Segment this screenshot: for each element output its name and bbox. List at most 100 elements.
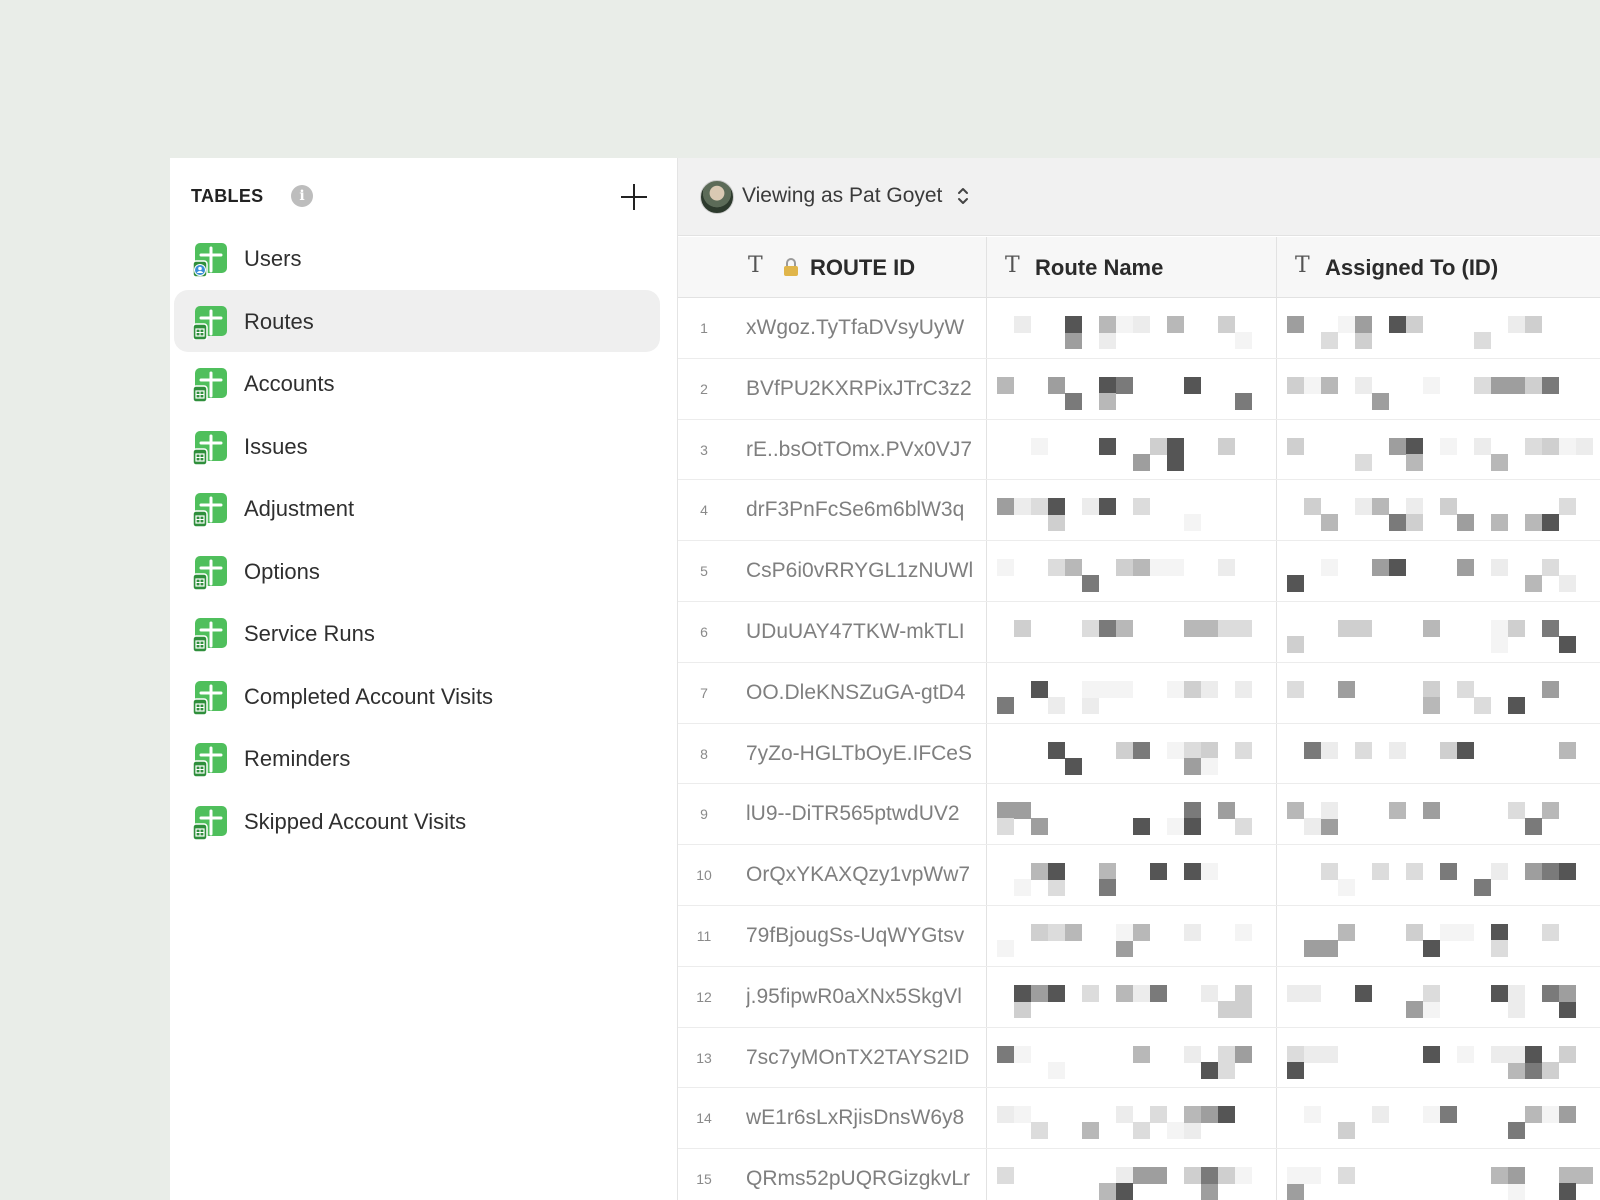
route-id-cell[interactable]: 7yZo-HGLTbOyE.IFCeS — [746, 742, 984, 766]
route-id-cell[interactable]: 7sc7yMOnTX2TAYS2ID — [746, 1046, 984, 1070]
assigned-to-cell-redacted[interactable] — [1276, 1149, 1600, 1200]
table-row[interactable]: 9 lU9--DiTR565ptwdUV2 — [678, 784, 1600, 846]
sidebar-item-options[interactable]: Options — [174, 540, 660, 603]
route-name-cell-redacted[interactable] — [986, 784, 1276, 845]
table-row[interactable]: 11 79fBjougSs-UqWYGtsv — [678, 905, 1600, 967]
data-grid-panel: Viewing as Pat Goyet T ROUTE ID T Route … — [678, 158, 1600, 1200]
table-row[interactable]: 4 drF3PnFcSe6m6blW3q — [678, 480, 1600, 542]
row-number: 5 — [700, 563, 708, 580]
route-name-cell-redacted[interactable] — [986, 1088, 1276, 1149]
route-id-cell[interactable]: 79fBjougSs-UqWYGtsv — [746, 924, 984, 948]
row-number: 4 — [700, 502, 708, 519]
sidebar-item-label: Skipped Account Visits — [244, 808, 467, 834]
table-icon — [192, 366, 229, 403]
table-row[interactable]: 14 wE1r6sLxRjisDnsW6y8 — [678, 1088, 1600, 1150]
assigned-to-cell-redacted[interactable] — [1276, 298, 1600, 358]
route-name-cell-redacted[interactable] — [986, 358, 1276, 419]
assigned-to-cell-redacted[interactable] — [1276, 480, 1600, 541]
route-name-cell-redacted[interactable] — [986, 419, 1276, 480]
route-name-cell-redacted[interactable] — [986, 480, 1276, 541]
add-table-button[interactable] — [617, 180, 651, 214]
column-header-assigned-to[interactable]: T Assigned To (ID) — [1276, 237, 1600, 297]
lock-icon — [784, 258, 798, 276]
row-number: 11 — [696, 927, 712, 944]
column-header-route-name[interactable]: T Route Name — [986, 237, 1276, 297]
sidebar-item-accounts[interactable]: Accounts — [174, 352, 660, 415]
sidebar-item-adjustment[interactable]: Adjustment — [174, 477, 660, 540]
table-row[interactable]: 1 xWgoz.TyTfaDVsyUyW — [678, 298, 1600, 359]
route-name-cell-redacted[interactable] — [986, 662, 1276, 723]
assigned-to-cell-redacted[interactable] — [1276, 601, 1600, 662]
sidebar-item-skipped-account-visits[interactable]: Skipped Account Visits — [174, 790, 660, 853]
sidebar-item-routes[interactable]: Routes — [174, 289, 660, 352]
table-icon — [192, 491, 229, 528]
row-number: 3 — [700, 441, 708, 458]
text-type-icon: T — [1295, 253, 1310, 278]
route-id-cell[interactable]: wE1r6sLxRjisDnsW6y8 — [746, 1106, 984, 1130]
info-icon[interactable]: i — [291, 185, 313, 207]
sidebar-item-label: Options — [244, 558, 320, 584]
route-name-cell-redacted[interactable] — [986, 905, 1276, 966]
route-name-cell-redacted[interactable] — [986, 966, 1276, 1027]
row-number: 9 — [700, 806, 708, 823]
route-id-cell[interactable]: OrQxYKAXQzy1vpWw7 — [746, 863, 984, 887]
sidebar-title: TABLES — [191, 186, 264, 206]
route-id-cell[interactable]: UDuUAY47TKW-mkTLI — [746, 620, 984, 644]
route-id-cell[interactable]: j.95fipwR0aXNx5SkgVl — [746, 985, 984, 1009]
route-name-cell-redacted[interactable] — [986, 845, 1276, 905]
sidebar-item-users[interactable]: Users — [174, 227, 660, 290]
viewing-as-bar[interactable]: Viewing as Pat Goyet — [678, 158, 1600, 236]
table-row[interactable]: 15 QRms52pUQRGizgkvLr — [678, 1149, 1600, 1200]
chevron-updown-icon[interactable] — [956, 185, 970, 207]
table-row[interactable]: 5 CsP6i0vRRYGL1zNUWl — [678, 541, 1600, 602]
route-id-cell[interactable]: OO.DleKNSZuGA-gtD4 — [746, 681, 984, 705]
assigned-to-cell-redacted[interactable] — [1276, 723, 1600, 784]
table-icon — [192, 679, 229, 716]
route-id-cell[interactable]: lU9--DiTR565ptwdUV2 — [746, 802, 984, 826]
table-icon — [192, 616, 229, 653]
assigned-to-cell-redacted[interactable] — [1276, 541, 1600, 601]
column-header-route-id[interactable]: T ROUTE ID — [678, 237, 986, 297]
table-row[interactable]: 13 7sc7yMOnTX2TAYS2ID — [678, 1027, 1600, 1089]
assigned-to-cell-redacted[interactable] — [1276, 358, 1600, 419]
table-row[interactable]: 2 BVfPU2KXRPixJTrC3z2 — [678, 358, 1600, 420]
route-name-cell-redacted[interactable] — [986, 298, 1276, 358]
route-name-cell-redacted[interactable] — [986, 541, 1276, 601]
route-name-cell-redacted[interactable] — [986, 723, 1276, 784]
table-row[interactable]: 3 rE..bsOtTOmx.PVx0VJ7 — [678, 419, 1600, 481]
row-number: 7 — [700, 684, 708, 701]
row-number: 2 — [700, 380, 708, 397]
route-id-cell[interactable]: BVfPU2KXRPixJTrC3z2 — [746, 377, 984, 401]
viewing-as-label[interactable]: Viewing as Pat Goyet — [742, 184, 942, 208]
sidebar-item-reminders[interactable]: Reminders — [174, 727, 660, 790]
route-name-cell-redacted[interactable] — [986, 601, 1276, 662]
route-id-cell[interactable]: CsP6i0vRRYGL1zNUWl — [746, 559, 984, 583]
route-id-cell[interactable]: drF3PnFcSe6m6blW3q — [746, 498, 984, 522]
sidebar-item-service-runs[interactable]: Service Runs — [174, 602, 660, 665]
assigned-to-cell-redacted[interactable] — [1276, 845, 1600, 905]
route-name-cell-redacted[interactable] — [986, 1149, 1276, 1200]
assigned-to-cell-redacted[interactable] — [1276, 662, 1600, 723]
assigned-to-cell-redacted[interactable] — [1276, 966, 1600, 1027]
row-number: 12 — [696, 988, 712, 1005]
table-row[interactable]: 12 j.95fipwR0aXNx5SkgVl — [678, 966, 1600, 1028]
assigned-to-cell-redacted[interactable] — [1276, 784, 1600, 845]
route-id-cell[interactable]: QRms52pUQRGizgkvLr — [746, 1167, 984, 1191]
table-row[interactable]: 8 7yZo-HGLTbOyE.IFCeS — [678, 723, 1600, 785]
route-id-cell[interactable]: rE..bsOtTOmx.PVx0VJ7 — [746, 438, 984, 462]
table-row[interactable]: 6 UDuUAY47TKW-mkTLI — [678, 601, 1600, 663]
table-row[interactable]: 10 OrQxYKAXQzy1vpWw7 — [678, 845, 1600, 906]
route-name-cell-redacted[interactable] — [986, 1027, 1276, 1088]
text-type-icon: T — [748, 253, 763, 278]
sidebar-item-completed-account-visits[interactable]: Completed Account Visits — [174, 665, 660, 728]
table-list: Users Routes Accounts Issues Adjustment … — [174, 227, 660, 852]
assigned-to-cell-redacted[interactable] — [1276, 419, 1600, 480]
row-number: 14 — [696, 1110, 712, 1127]
route-id-cell[interactable]: xWgoz.TyTfaDVsyUyW — [746, 316, 984, 340]
sidebar-item-issues[interactable]: Issues — [174, 415, 660, 478]
assigned-to-cell-redacted[interactable] — [1276, 1088, 1600, 1149]
table-row[interactable]: 7 OO.DleKNSZuGA-gtD4 — [678, 662, 1600, 724]
assigned-to-cell-redacted[interactable] — [1276, 905, 1600, 966]
assigned-to-cell-redacted[interactable] — [1276, 1027, 1600, 1088]
column-label: Assigned To (ID) — [1325, 255, 1499, 280]
